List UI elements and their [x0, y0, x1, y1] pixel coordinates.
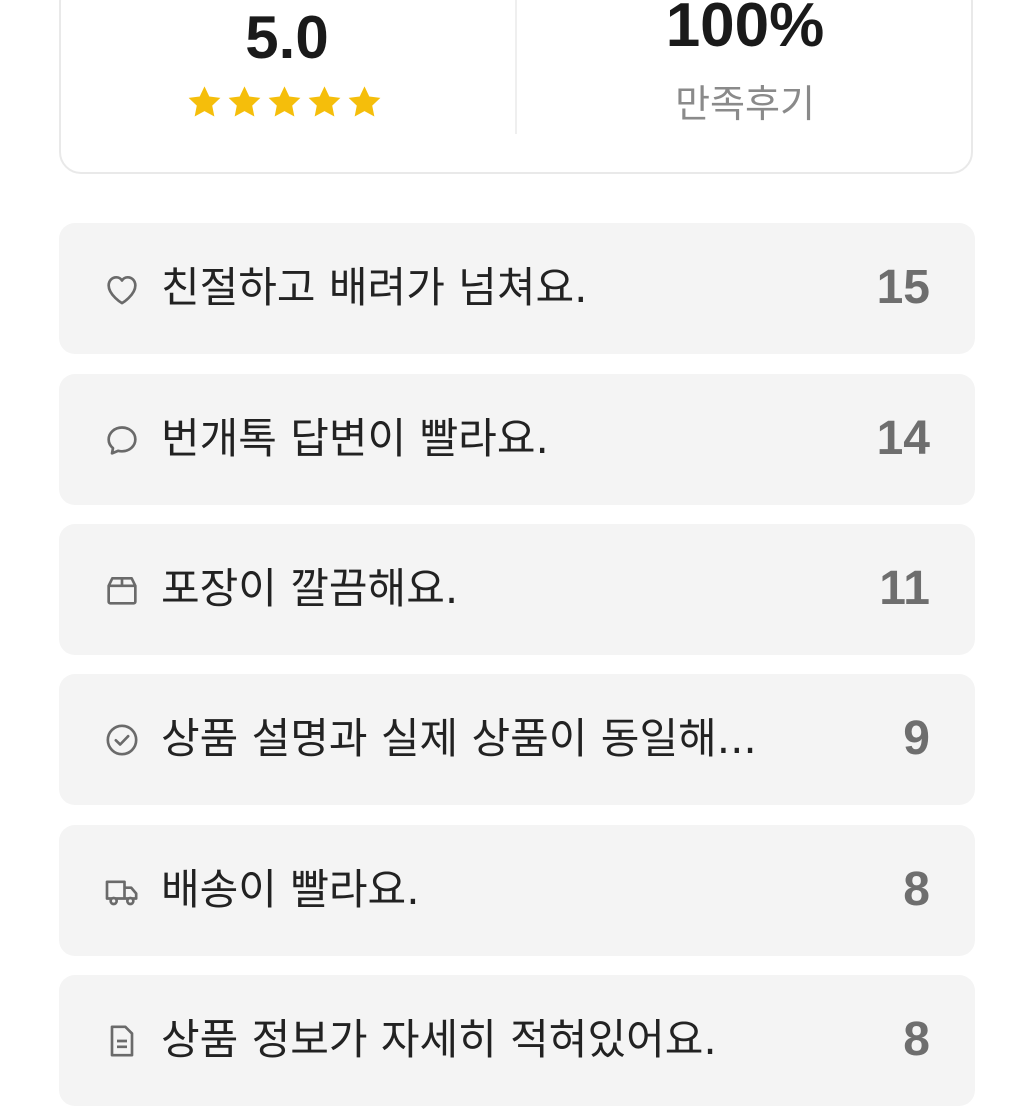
review-keyword-item[interactable]: 상품 설명과 실제 상품이 동일해... 9: [59, 674, 975, 805]
star-icon: [228, 86, 261, 117]
heart-icon: [102, 269, 142, 309]
review-keyword-item[interactable]: 친절하고 배려가 넘쳐요. 15: [59, 223, 975, 354]
review-keyword-count: 8: [903, 863, 930, 916]
satisfaction-label: 만족후기: [675, 82, 815, 126]
box-icon: [102, 570, 142, 610]
review-keyword-count: 15: [876, 261, 930, 314]
rating-score: 5.0: [245, 4, 329, 71]
review-keyword-count: 11: [879, 562, 930, 615]
star-icon: [348, 86, 381, 117]
review-keyword-label: 상품 정보가 자세히 적혀있어요.: [161, 1015, 717, 1064]
satisfaction-percent: 100%: [665, 0, 825, 60]
review-keyword-count: 8: [903, 1013, 930, 1066]
star-icon: [188, 86, 221, 117]
star-icon: [308, 86, 341, 117]
star-rating: [186, 84, 383, 121]
review-keyword-item[interactable]: 포장이 깔끔해요. 11: [59, 524, 975, 655]
document-icon: [102, 1021, 142, 1061]
check-circle-icon: [102, 720, 142, 760]
review-keyword-label: 포장이 깔끔해요.: [161, 564, 459, 613]
review-keyword-count: 14: [876, 412, 930, 465]
truck-icon: [102, 871, 142, 911]
review-keyword-label: 친절하고 배려가 넘쳐요.: [161, 263, 588, 312]
review-keyword-item[interactable]: 상품 정보가 자세히 적혀있어요. 8: [59, 975, 975, 1106]
star-icon: [268, 86, 301, 117]
review-keyword-item[interactable]: 배송이 빨라요. 8: [59, 825, 975, 956]
review-keyword-item[interactable]: 번개톡 답변이 빨라요. 14: [59, 374, 975, 505]
review-keyword-count: 9: [903, 712, 930, 765]
review-keyword-label: 상품 설명과 실제 상품이 동일해...: [161, 714, 757, 763]
chat-bubble-icon: [102, 420, 142, 460]
review-keyword-label: 배송이 빨라요.: [161, 865, 420, 914]
review-keyword-label: 번개톡 답변이 빨라요.: [161, 414, 549, 463]
